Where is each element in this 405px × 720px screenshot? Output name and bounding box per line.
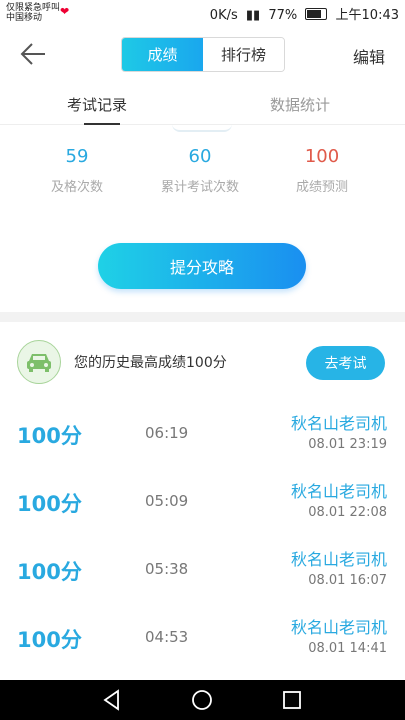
record-time: 08.01 14:41: [308, 641, 387, 656]
status-bar: 仅限紧急呼叫 中国移动 ❤ 0K/s ▮▮ 77% 上午10:43: [0, 0, 405, 28]
stat-value: 100: [304, 146, 340, 167]
record-score: 100分: [17, 424, 82, 448]
record-duration: 06:19: [145, 424, 189, 442]
record-score: 100分: [17, 628, 82, 652]
stat-total-exams: 60 累计考试次数: [140, 146, 260, 195]
record-score: 100分: [17, 492, 82, 516]
tab-bar: 考试记录 数据统计: [0, 80, 405, 125]
record-score: 100分: [17, 560, 82, 584]
list-item[interactable]: 100分 04:53 秋名山老司机 08.01 14:41: [0, 606, 405, 674]
stat-value: 60: [188, 146, 212, 167]
stat-score-prediction: 100 成绩预测: [262, 146, 382, 195]
stat-label: 成绩预测: [295, 180, 348, 195]
stat-pass-count: 59 及格次数: [17, 146, 137, 195]
status-right: 0K/s ▮▮ 77% 上午10:43: [206, 4, 399, 23]
record-duration: 05:09: [145, 492, 189, 510]
nav-back-icon[interactable]: [100, 688, 124, 712]
battery-icon: [305, 8, 328, 20]
record-duration: 05:38: [145, 560, 189, 578]
carrier-line1: 仅限紧急呼叫: [6, 3, 61, 13]
tab-exam-records[interactable]: 考试记录: [67, 94, 127, 115]
record-name: 秋名山老司机: [290, 482, 387, 501]
record-name: 秋名山老司机: [290, 550, 387, 569]
record-time: 08.01 16:07: [308, 573, 387, 588]
stat-label: 累计考试次数: [160, 180, 239, 195]
best-score-row: 您的历史最高成绩100分 去考试: [0, 322, 405, 402]
segment-scores[interactable]: 成绩: [122, 38, 203, 71]
segment-control: 成绩 排行榜: [121, 37, 285, 72]
stat-value: 59: [65, 146, 89, 167]
stat-label: 及格次数: [50, 180, 103, 195]
section-divider: [0, 312, 405, 322]
nav-home-icon[interactable]: [190, 688, 214, 712]
net-speed: 0K/s: [209, 8, 238, 23]
edit-button[interactable]: 编辑: [353, 44, 385, 68]
carrier-line2: 中国移动: [6, 13, 43, 23]
signal-icon: ▮▮: [245, 8, 261, 23]
list-item[interactable]: 100分 05:09 秋名山老司机 08.01 22:08: [0, 470, 405, 538]
segment-ranking[interactable]: 排行榜: [203, 38, 284, 71]
list-item[interactable]: 100分 06:19 秋名山老司机 08.01 23:19: [0, 402, 405, 470]
record-duration: 04:53: [145, 628, 189, 646]
health-icon: ❤: [60, 5, 70, 18]
improve-tips-button[interactable]: 提分攻略: [98, 243, 306, 289]
system-nav-bar: [0, 680, 405, 720]
tab-statistics[interactable]: 数据统计: [270, 94, 330, 115]
record-time: 08.01 22:08: [308, 505, 387, 520]
car-icon: [17, 340, 61, 384]
list-item[interactable]: 100分 05:38 秋名山老司机 08.01 16:07: [0, 538, 405, 606]
best-score-text: 您的历史最高成绩100分: [74, 355, 227, 371]
decorative-arc: [172, 124, 232, 132]
tab-indicator: [84, 123, 120, 125]
back-arrow-icon[interactable]: [18, 39, 48, 69]
header: 成绩 排行榜 编辑: [0, 28, 405, 80]
record-name: 秋名山老司机: [290, 618, 387, 637]
battery-percent: 77%: [268, 8, 298, 23]
nav-recents-icon[interactable]: [280, 688, 304, 712]
go-exam-button[interactable]: 去考试: [306, 346, 385, 380]
clock: 上午10:43: [335, 8, 399, 23]
record-name: 秋名山老司机: [290, 414, 387, 433]
record-time: 08.01 23:19: [308, 437, 387, 452]
carrier-info: 仅限紧急呼叫 中国移动: [6, 3, 60, 23]
